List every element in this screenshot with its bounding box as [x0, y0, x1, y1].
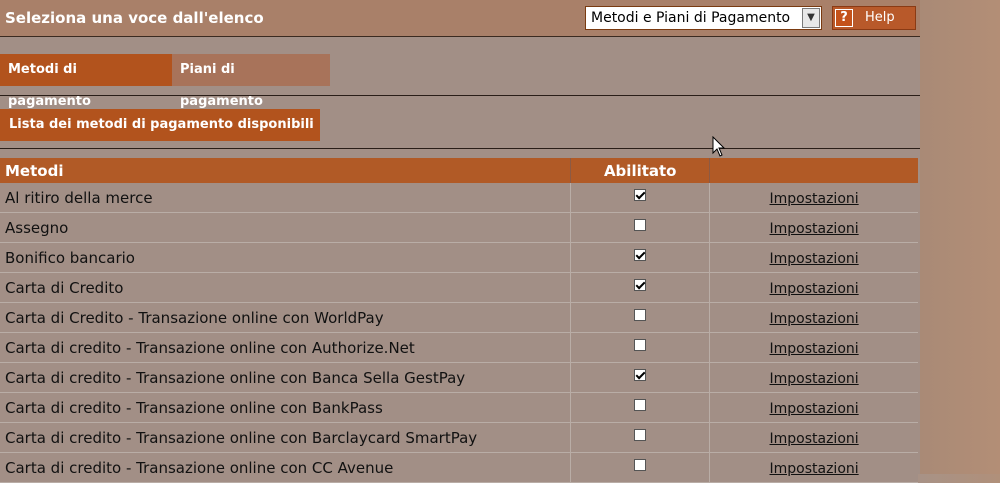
table-row: Carta di credito - Transazione online co…	[0, 392, 918, 423]
settings-cell: Impostazioni	[709, 452, 918, 483]
list-methods-button[interactable]: Lista dei metodi di pagamento disponibil…	[0, 109, 320, 141]
enabled-cell	[570, 272, 711, 303]
method-name: Carta di credito - Transazione online co…	[0, 392, 572, 423]
settings-cell: Impostazioni	[709, 302, 918, 333]
enabled-cell	[570, 452, 711, 483]
settings-link[interactable]: Impostazioni	[770, 281, 859, 297]
chevron-down-icon[interactable]: ▼	[802, 8, 820, 28]
enabled-cell	[570, 183, 711, 213]
table-row: Carta di credito - Transazione online co…	[0, 452, 918, 483]
settings-cell: Impostazioni	[709, 242, 918, 273]
method-name: Carta di Credito	[0, 272, 572, 303]
settings-link[interactable]: Impostazioni	[770, 251, 859, 267]
help-button[interactable]: ? Help	[832, 6, 916, 30]
method-name: Carta di Credito - Transazione online co…	[0, 302, 572, 333]
settings-cell: Impostazioni	[709, 422, 918, 453]
enabled-cell	[570, 302, 711, 333]
settings-link[interactable]: Impostazioni	[770, 191, 859, 207]
tab-metodi-di-pagamento[interactable]: Metodi di pagamento	[0, 54, 172, 109]
enabled-cell	[570, 332, 711, 363]
column-header-actions	[709, 158, 918, 183]
divider	[0, 95, 920, 96]
column-header-metodi: Metodi	[0, 158, 572, 183]
section-select[interactable]: Metodi e Piani di Pagamento ▼	[585, 6, 822, 30]
tab-piani-di-pagamento[interactable]: Piani di pagamento	[172, 54, 330, 109]
settings-cell: Impostazioni	[709, 392, 918, 423]
enabled-cell	[570, 212, 711, 243]
table-row: Carta di credito - Transazione online co…	[0, 332, 918, 363]
enabled-checkbox[interactable]	[634, 189, 647, 201]
enabled-checkbox[interactable]	[634, 219, 647, 231]
settings-link[interactable]: Impostazioni	[770, 401, 859, 417]
payment-methods-table: Metodi Abilitato Al ritiro della merce Im…	[0, 158, 918, 483]
enabled-checkbox[interactable]	[634, 459, 647, 471]
enabled-cell	[570, 392, 711, 423]
table-row: Assegno Impostazioni	[0, 212, 918, 243]
method-name: Al ritiro della merce	[0, 183, 572, 213]
enabled-cell	[570, 422, 711, 453]
table-row: Carta di Credito Impostazioni	[0, 272, 918, 303]
settings-cell: Impostazioni	[709, 332, 918, 363]
settings-link[interactable]: Impostazioni	[770, 371, 859, 387]
settings-cell: Impostazioni	[709, 212, 918, 243]
settings-link[interactable]: Impostazioni	[770, 461, 859, 477]
settings-link[interactable]: Impostazioni	[770, 341, 859, 357]
help-label: Help	[865, 10, 895, 25]
method-name: Carta di credito - Transazione online co…	[0, 332, 572, 363]
enabled-checkbox[interactable]	[634, 369, 647, 381]
table-row: Carta di Credito - Transazione online co…	[0, 302, 918, 333]
method-name: Carta di credito - Transazione online co…	[0, 362, 572, 393]
enabled-checkbox[interactable]	[634, 429, 647, 441]
page-title: Seleziona una voce dall'elenco	[5, 9, 264, 27]
method-name: Assegno	[0, 212, 572, 243]
settings-cell: Impostazioni	[709, 362, 918, 393]
column-header-abilitato: Abilitato	[570, 158, 711, 183]
settings-cell: Impostazioni	[709, 183, 918, 213]
table-row: Bonifico bancario Impostazioni	[0, 242, 918, 273]
settings-link[interactable]: Impostazioni	[770, 431, 859, 447]
settings-link[interactable]: Impostazioni	[770, 221, 859, 237]
right-background	[920, 0, 1000, 474]
divider	[0, 148, 920, 149]
table-row: Carta di credito - Transazione online co…	[0, 422, 918, 453]
section-select-value: Metodi e Piani di Pagamento	[591, 10, 791, 26]
mouse-pointer-icon	[712, 136, 726, 157]
method-name: Carta di credito - Transazione online co…	[0, 452, 572, 483]
top-bar: Seleziona una voce dall'elenco Metodi e …	[0, 0, 920, 37]
enabled-checkbox[interactable]	[634, 309, 647, 321]
enabled-cell	[570, 362, 711, 393]
enabled-cell	[570, 242, 711, 273]
enabled-checkbox[interactable]	[634, 279, 647, 291]
method-name: Bonifico bancario	[0, 242, 572, 273]
table-row: Al ritiro della merce Impostazioni	[0, 183, 918, 213]
settings-link[interactable]: Impostazioni	[770, 311, 859, 327]
help-icon: ?	[835, 9, 853, 27]
table-row: Carta di credito - Transazione online co…	[0, 362, 918, 393]
enabled-checkbox[interactable]	[634, 399, 647, 411]
table-header-row: Metodi Abilitato	[0, 158, 918, 183]
method-name: Carta di credito - Transazione online co…	[0, 422, 572, 453]
enabled-checkbox[interactable]	[634, 249, 647, 261]
enabled-checkbox[interactable]	[634, 339, 647, 351]
settings-cell: Impostazioni	[709, 272, 918, 303]
page: Seleziona una voce dall'elenco Metodi e …	[0, 0, 920, 483]
